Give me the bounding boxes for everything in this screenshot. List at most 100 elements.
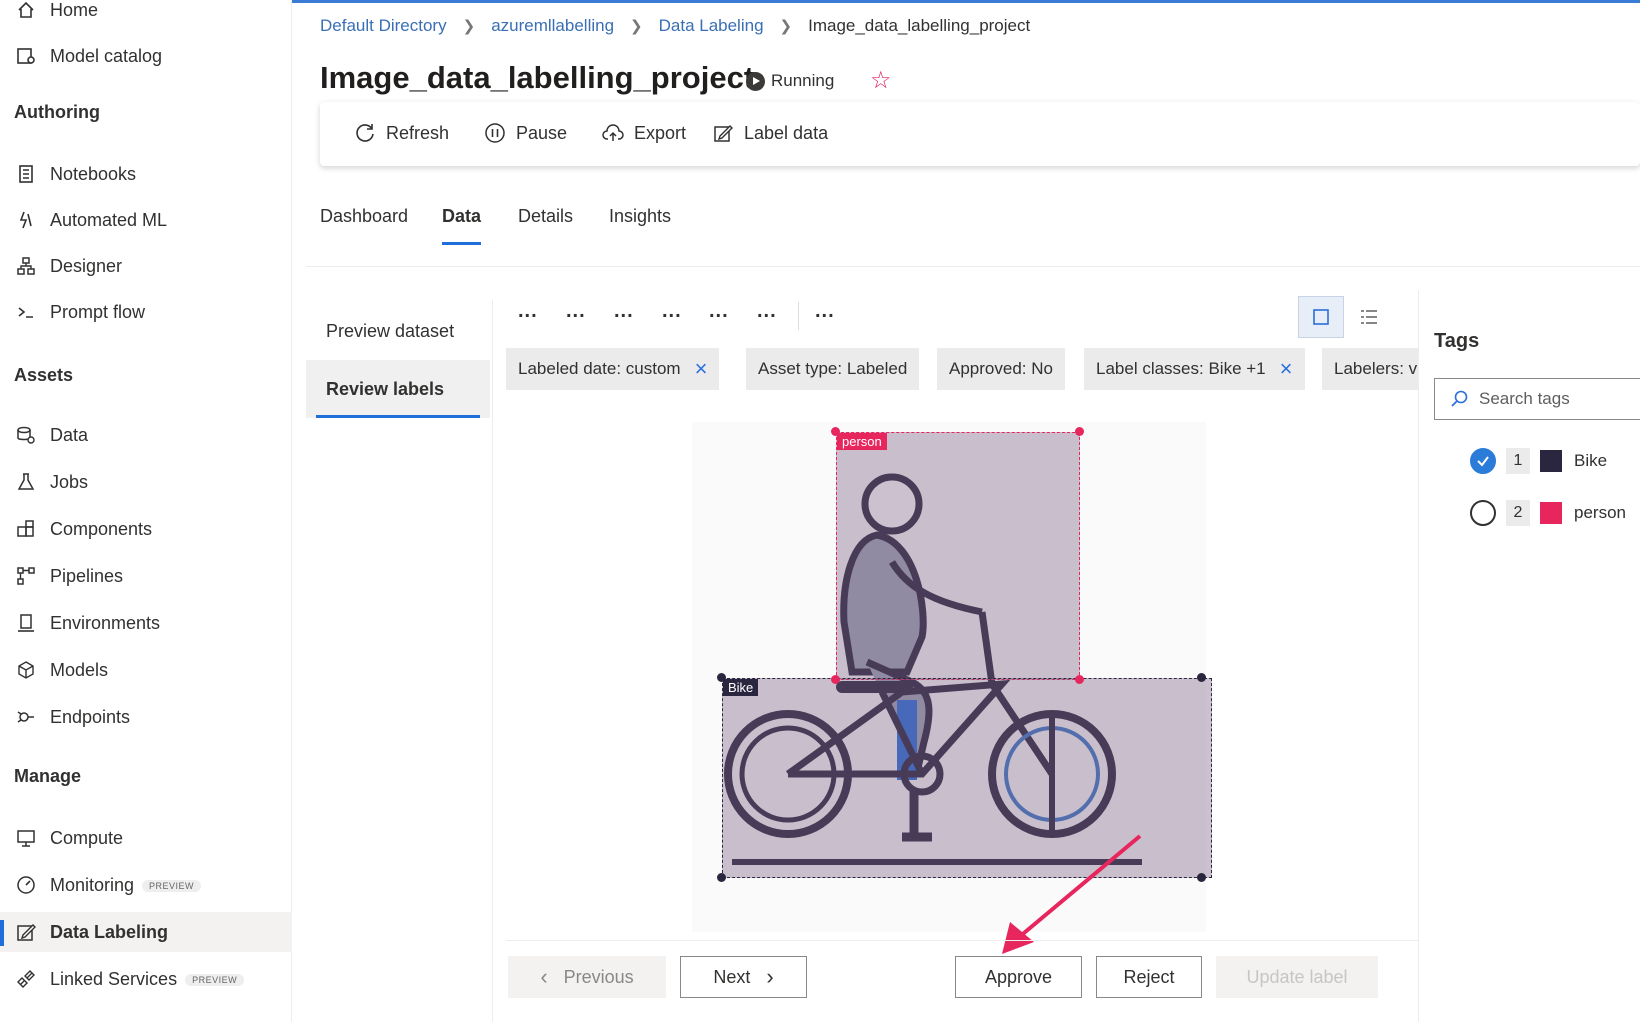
prompt-flow-icon xyxy=(14,300,38,324)
more-options-icon[interactable]: ... xyxy=(815,300,835,323)
close-icon[interactable]: × xyxy=(695,358,708,380)
update-label-label: Update label xyxy=(1246,966,1348,987)
reject-label: Reject xyxy=(1123,966,1175,987)
resize-handle[interactable] xyxy=(831,427,840,436)
tab-data[interactable]: Data xyxy=(442,206,482,245)
sidebar-item-endpoints[interactable]: Endpoints xyxy=(0,697,292,737)
chevron-right-icon: › xyxy=(766,964,774,989)
pause-button[interactable]: Pause xyxy=(484,122,567,144)
sidebar-item-compute[interactable]: Compute xyxy=(0,818,292,858)
section-manage: Manage xyxy=(14,766,82,786)
search-tags-input[interactable]: Search tags xyxy=(1434,378,1640,420)
sidebar-item-pipelines[interactable]: Pipelines xyxy=(0,556,292,596)
left-sidebar: Home Model catalog Authoring Notebooks A… xyxy=(0,0,292,1022)
filter-chip[interactable]: Approved: No xyxy=(937,348,1065,390)
breadcrumb-workspace[interactable]: azuremllabelling xyxy=(491,16,614,36)
subnav-review-labels[interactable]: Review labels xyxy=(306,360,490,418)
more-options-icon[interactable]: ... xyxy=(566,300,586,323)
preview-badge: PREVIEW xyxy=(142,879,202,892)
sidebar-item-label: Environments xyxy=(50,612,161,633)
sidebar-item-home[interactable]: Home xyxy=(0,0,292,30)
notebook-icon xyxy=(14,162,38,186)
next-button[interactable]: Next › xyxy=(680,956,807,998)
previous-button[interactable]: ‹ Previous xyxy=(508,956,666,998)
linked-services-icon xyxy=(14,967,38,991)
sidebar-item-linked-services[interactable]: Linked Services PREVIEW xyxy=(0,959,292,999)
bbox-person[interactable]: person xyxy=(836,432,1080,680)
sidebar-item-components[interactable]: Components xyxy=(0,509,292,549)
more-options-icon[interactable]: ... xyxy=(709,300,729,323)
preview-badge: PREVIEW xyxy=(185,973,245,986)
pause-icon xyxy=(485,123,505,143)
tag-color-swatch xyxy=(1540,450,1562,472)
tags-title: Tags xyxy=(1434,330,1480,352)
divider xyxy=(492,300,493,1022)
sidebar-item-data-labeling[interactable]: Data Labeling xyxy=(0,912,292,952)
tab-details[interactable]: Details xyxy=(518,206,573,227)
sidebar-item-label: Model catalog xyxy=(50,45,163,66)
resize-handle[interactable] xyxy=(1075,675,1084,684)
filter-chip[interactable]: Asset type: Labeled xyxy=(746,348,920,390)
favorite-star-icon[interactable]: ☆ xyxy=(870,66,892,95)
more-options-icon[interactable]: ... xyxy=(757,300,777,323)
tag-item-person[interactable]: 2 person xyxy=(1470,498,1626,528)
export-button[interactable]: Export xyxy=(602,122,686,144)
resize-handle[interactable] xyxy=(1197,873,1206,882)
single-view-button[interactable] xyxy=(1298,296,1344,338)
sidebar-item-model-catalog[interactable]: Model catalog xyxy=(0,36,292,76)
sidebar-item-label: Designer xyxy=(50,255,123,276)
filter-chip[interactable]: Labelers: v xyxy=(1322,348,1418,390)
refresh-button[interactable]: Refresh xyxy=(354,122,449,144)
approve-button[interactable]: Approve xyxy=(955,956,1082,998)
sidebar-item-designer[interactable]: Designer xyxy=(0,246,292,286)
flask-icon xyxy=(14,470,38,494)
sidebar-item-prompt-flow[interactable]: Prompt flow xyxy=(0,292,292,332)
resize-handle[interactable] xyxy=(717,873,726,882)
breadcrumb-data-labeling[interactable]: Data Labeling xyxy=(659,16,764,36)
label-data-button[interactable]: Label data xyxy=(712,122,828,144)
divider xyxy=(306,266,1640,267)
components-icon xyxy=(14,517,38,541)
divider xyxy=(506,940,1418,941)
refresh-label: Refresh xyxy=(386,122,450,143)
filter-chip[interactable]: Labeled date: custom × xyxy=(506,348,720,390)
sidebar-item-label: Notebooks xyxy=(50,163,137,184)
sidebar-item-jobs[interactable]: Jobs xyxy=(0,462,292,502)
tag-color-swatch xyxy=(1540,502,1562,524)
breadcrumb-default-directory[interactable]: Default Directory xyxy=(320,16,447,36)
search-icon xyxy=(1451,390,1468,407)
running-icon xyxy=(746,71,765,91)
checked-icon[interactable] xyxy=(1470,448,1496,474)
sidebar-item-models[interactable]: Models xyxy=(0,650,292,690)
subnav-preview-dataset[interactable]: Preview dataset xyxy=(306,302,490,360)
more-options-icon[interactable]: ... xyxy=(614,300,634,323)
sidebar-item-label: Pipelines xyxy=(50,565,124,586)
unchecked-icon[interactable] xyxy=(1470,500,1496,526)
more-options-icon[interactable]: ... xyxy=(662,300,682,323)
filter-chip-label: Asset type: Labeled xyxy=(758,359,908,378)
sidebar-item-automated-ml[interactable]: Automated ML xyxy=(0,200,292,240)
sidebar-item-monitoring[interactable]: Monitoring PREVIEW xyxy=(0,865,292,905)
tag-item-bike[interactable]: 1 Bike xyxy=(1470,446,1607,476)
filter-bar: Labeled date: custom × Asset type: Labele… xyxy=(506,348,1418,390)
filter-chip-label: Approved: No xyxy=(949,359,1053,378)
tab-insights[interactable]: Insights xyxy=(609,206,671,227)
sidebar-item-environments[interactable]: Environments xyxy=(0,603,292,643)
tab-dashboard[interactable]: Dashboard xyxy=(320,206,408,227)
filter-chip[interactable]: Label classes: Bike +1 × xyxy=(1084,348,1305,390)
sidebar-item-data[interactable]: Data xyxy=(0,415,292,455)
update-label-button[interactable]: Update label xyxy=(1216,956,1378,998)
section-authoring: Authoring xyxy=(14,102,100,122)
resize-handle[interactable] xyxy=(831,675,840,684)
command-bar: Refresh Pause Export Label data xyxy=(320,102,1640,166)
list-view-button[interactable] xyxy=(1346,296,1392,338)
resize-handle[interactable] xyxy=(717,673,726,682)
pipelines-icon xyxy=(14,564,38,588)
close-icon[interactable]: × xyxy=(1280,358,1293,380)
more-options-icon[interactable]: ... xyxy=(518,300,538,323)
page-title: Image_data_labelling_project xyxy=(320,60,755,95)
resize-handle[interactable] xyxy=(1197,673,1206,682)
resize-handle[interactable] xyxy=(1075,427,1084,436)
sidebar-item-notebooks[interactable]: Notebooks xyxy=(0,154,292,194)
reject-button[interactable]: Reject xyxy=(1096,956,1202,998)
